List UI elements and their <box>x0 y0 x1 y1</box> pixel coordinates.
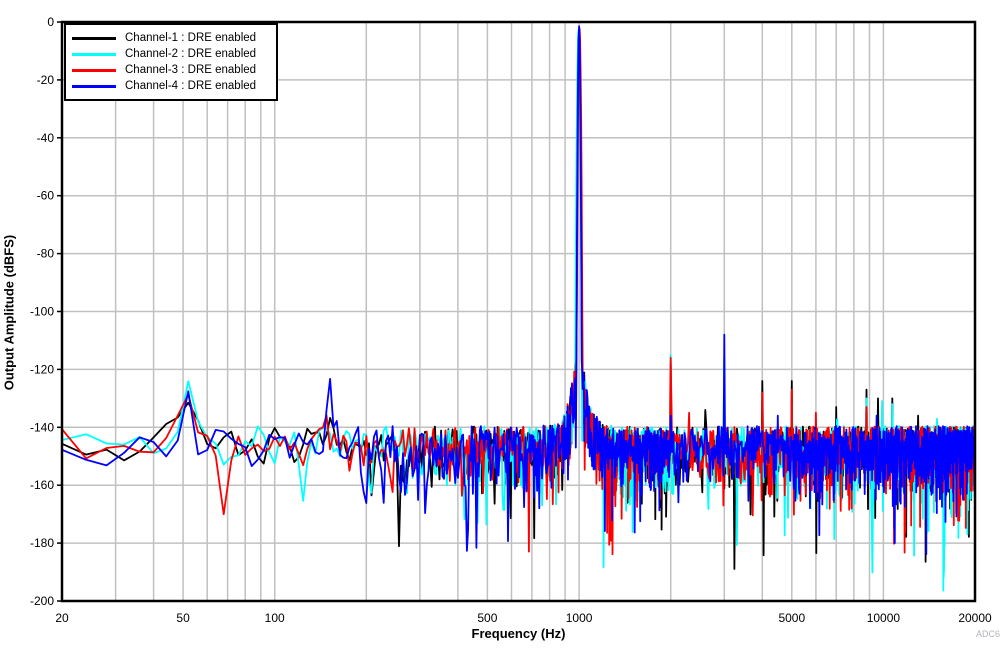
legend-line-swatch <box>72 69 116 72</box>
x-tick-label: 100 <box>265 611 285 625</box>
watermark: ADC6 <box>976 629 1000 639</box>
y-tick-label: 0 <box>47 15 54 29</box>
legend-item-label: Channel-1 : DRE enabled <box>125 32 256 44</box>
y-tick-label: -40 <box>37 131 55 145</box>
x-tick-label: 10000 <box>867 611 901 625</box>
legend-line-swatch <box>72 53 116 56</box>
chart-canvas: 0 -20 -40 -60 -80 -100 -120 -140 -160 -180 -20020 5… <box>0 0 1008 652</box>
y-axis-title: Output Amplitude (dBFS) <box>2 173 17 453</box>
x-tick-label: 20 <box>55 611 69 625</box>
legend-item-label: Channel-3 : DRE enabled <box>125 64 256 76</box>
legend-item: Channel-4 : DRE enabled <box>72 78 272 94</box>
legend-item-label: Channel-4 : DRE enabled <box>125 80 256 92</box>
legend-item: Channel-2 : DRE enabled <box>72 46 272 62</box>
x-axis-title: Frequency (Hz) <box>62 626 975 641</box>
x-tick-label: 5000 <box>778 611 805 625</box>
legend-item: Channel-1 : DRE enabled <box>72 30 272 46</box>
x-tick-label: 20000 <box>958 611 992 625</box>
y-tick-label: -160 <box>30 478 54 492</box>
y-tick-label: -100 <box>30 305 54 319</box>
y-tick-label: -120 <box>30 362 54 376</box>
x-tick-label: 1000 <box>566 611 593 625</box>
x-tick-label: 50 <box>176 611 190 625</box>
y-tick-label: -20 <box>37 73 55 87</box>
y-tick-label: -200 <box>30 594 54 608</box>
y-tick-label: -60 <box>37 189 55 203</box>
legend-item-label: Channel-2 : DRE enabled <box>125 48 256 60</box>
legend-line-swatch <box>72 37 116 40</box>
legend-line-swatch <box>72 85 116 88</box>
y-tick-label: -80 <box>37 247 55 261</box>
legend: Channel-1 : DRE enabled Channel-2 : DRE e… <box>64 23 278 101</box>
x-tick-label: 500 <box>477 611 497 625</box>
y-tick-label: -180 <box>30 536 54 550</box>
legend-item: Channel-3 : DRE enabled <box>72 62 272 78</box>
y-tick-label: -140 <box>30 420 54 434</box>
